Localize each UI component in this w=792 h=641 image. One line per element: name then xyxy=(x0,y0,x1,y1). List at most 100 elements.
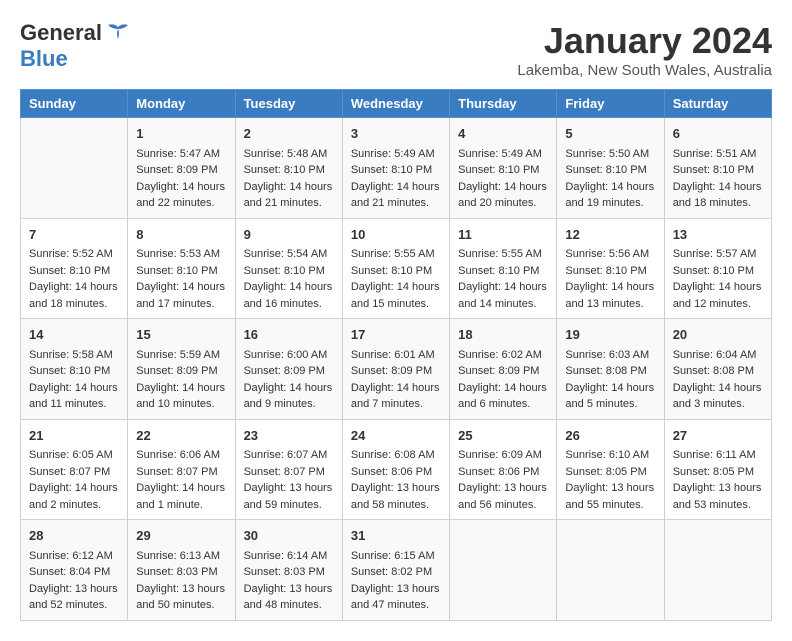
day-number: 3 xyxy=(351,124,441,144)
day-number: 2 xyxy=(244,124,334,144)
calendar-cell: 8Sunrise: 5:53 AMSunset: 8:10 PMDaylight… xyxy=(128,218,235,319)
calendar-cell: 26Sunrise: 6:10 AMSunset: 8:05 PMDayligh… xyxy=(557,419,664,520)
day-info: and 13 minutes. xyxy=(565,296,655,313)
day-info: Daylight: 14 hours xyxy=(351,380,441,397)
day-number: 31 xyxy=(351,526,441,546)
day-number: 19 xyxy=(565,325,655,345)
day-number: 18 xyxy=(458,325,548,345)
day-info: and 14 minutes. xyxy=(458,296,548,313)
day-number: 8 xyxy=(136,225,226,245)
day-info: Sunrise: 5:48 AM xyxy=(244,146,334,163)
calendar-cell: 5Sunrise: 5:50 AMSunset: 8:10 PMDaylight… xyxy=(557,118,664,219)
day-info: Sunset: 8:07 PM xyxy=(29,464,119,481)
day-info: Sunrise: 5:50 AM xyxy=(565,146,655,163)
weekday-header: Sunday xyxy=(21,90,128,118)
day-info: Sunrise: 6:05 AM xyxy=(29,447,119,464)
day-info: Sunrise: 6:13 AM xyxy=(136,548,226,565)
day-info: Sunrise: 6:06 AM xyxy=(136,447,226,464)
day-info: Sunrise: 5:53 AM xyxy=(136,246,226,263)
day-number: 30 xyxy=(244,526,334,546)
calendar-cell xyxy=(557,520,664,621)
day-info: Daylight: 14 hours xyxy=(458,179,548,196)
day-info: Daylight: 14 hours xyxy=(136,279,226,296)
day-info: Daylight: 14 hours xyxy=(351,179,441,196)
calendar-cell: 22Sunrise: 6:06 AMSunset: 8:07 PMDayligh… xyxy=(128,419,235,520)
day-info: and 5 minutes. xyxy=(565,396,655,413)
day-info: Sunset: 8:10 PM xyxy=(565,162,655,179)
day-info: Sunrise: 5:49 AM xyxy=(351,146,441,163)
day-info: and 6 minutes. xyxy=(458,396,548,413)
day-info: Sunrise: 5:47 AM xyxy=(136,146,226,163)
day-info: Sunset: 8:10 PM xyxy=(351,263,441,280)
day-number: 9 xyxy=(244,225,334,245)
day-info: and 55 minutes. xyxy=(565,497,655,514)
calendar-cell xyxy=(21,118,128,219)
calendar-week-row: 1Sunrise: 5:47 AMSunset: 8:09 PMDaylight… xyxy=(21,118,772,219)
day-info: Sunset: 8:05 PM xyxy=(565,464,655,481)
day-info: Sunset: 8:05 PM xyxy=(673,464,763,481)
day-info: Sunrise: 6:04 AM xyxy=(673,347,763,364)
day-info: and 12 minutes. xyxy=(673,296,763,313)
calendar-cell: 16Sunrise: 6:00 AMSunset: 8:09 PMDayligh… xyxy=(235,319,342,420)
calendar-week-row: 7Sunrise: 5:52 AMSunset: 8:10 PMDaylight… xyxy=(21,218,772,319)
day-number: 15 xyxy=(136,325,226,345)
day-info: Sunset: 8:06 PM xyxy=(351,464,441,481)
day-info: and 50 minutes. xyxy=(136,597,226,614)
day-info: Daylight: 13 hours xyxy=(351,480,441,497)
calendar-cell: 13Sunrise: 5:57 AMSunset: 8:10 PMDayligh… xyxy=(664,218,771,319)
day-info: Sunset: 8:09 PM xyxy=(458,363,548,380)
day-number: 1 xyxy=(136,124,226,144)
calendar-cell: 18Sunrise: 6:02 AMSunset: 8:09 PMDayligh… xyxy=(450,319,557,420)
day-info: Daylight: 14 hours xyxy=(244,179,334,196)
day-info: Sunrise: 5:51 AM xyxy=(673,146,763,163)
day-info: Daylight: 14 hours xyxy=(29,279,119,296)
calendar-cell: 23Sunrise: 6:07 AMSunset: 8:07 PMDayligh… xyxy=(235,419,342,520)
calendar-cell: 4Sunrise: 5:49 AMSunset: 8:10 PMDaylight… xyxy=(450,118,557,219)
calendar-cell: 11Sunrise: 5:55 AMSunset: 8:10 PMDayligh… xyxy=(450,218,557,319)
day-info: Sunrise: 6:08 AM xyxy=(351,447,441,464)
day-info: and 48 minutes. xyxy=(244,597,334,614)
day-info: and 17 minutes. xyxy=(136,296,226,313)
day-info: Daylight: 14 hours xyxy=(565,279,655,296)
calendar-cell xyxy=(664,520,771,621)
day-info: and 22 minutes. xyxy=(136,195,226,212)
weekday-header: Monday xyxy=(128,90,235,118)
day-info: Sunset: 8:04 PM xyxy=(29,564,119,581)
day-number: 6 xyxy=(673,124,763,144)
calendar-cell: 19Sunrise: 6:03 AMSunset: 8:08 PMDayligh… xyxy=(557,319,664,420)
day-info: and 19 minutes. xyxy=(565,195,655,212)
day-info: Sunrise: 6:15 AM xyxy=(351,548,441,565)
day-number: 12 xyxy=(565,225,655,245)
day-info: and 21 minutes. xyxy=(351,195,441,212)
day-info: and 18 minutes. xyxy=(673,195,763,212)
day-info: Daylight: 14 hours xyxy=(29,380,119,397)
logo-bird-icon xyxy=(104,23,132,45)
day-info: and 11 minutes. xyxy=(29,396,119,413)
day-info: Sunrise: 6:11 AM xyxy=(673,447,763,464)
day-info: Sunset: 8:10 PM xyxy=(565,263,655,280)
day-info: Sunrise: 5:55 AM xyxy=(351,246,441,263)
logo-text: General Blue xyxy=(20,20,132,73)
day-info: and 2 minutes. xyxy=(29,497,119,514)
calendar-cell: 30Sunrise: 6:14 AMSunset: 8:03 PMDayligh… xyxy=(235,520,342,621)
day-info: Sunset: 8:08 PM xyxy=(673,363,763,380)
day-info: Sunset: 8:09 PM xyxy=(136,363,226,380)
day-number: 21 xyxy=(29,426,119,446)
day-info: and 58 minutes. xyxy=(351,497,441,514)
day-number: 14 xyxy=(29,325,119,345)
day-number: 17 xyxy=(351,325,441,345)
day-info: Sunset: 8:03 PM xyxy=(244,564,334,581)
calendar-cell xyxy=(450,520,557,621)
day-info: Daylight: 14 hours xyxy=(673,279,763,296)
day-info: Daylight: 14 hours xyxy=(136,380,226,397)
day-info: Sunrise: 5:57 AM xyxy=(673,246,763,263)
day-info: Daylight: 14 hours xyxy=(29,480,119,497)
day-info: Daylight: 14 hours xyxy=(565,179,655,196)
day-info: Sunset: 8:02 PM xyxy=(351,564,441,581)
day-info: Daylight: 14 hours xyxy=(244,380,334,397)
day-number: 28 xyxy=(29,526,119,546)
day-info: Sunset: 8:10 PM xyxy=(244,162,334,179)
day-number: 4 xyxy=(458,124,548,144)
day-number: 27 xyxy=(673,426,763,446)
day-info: and 21 minutes. xyxy=(244,195,334,212)
